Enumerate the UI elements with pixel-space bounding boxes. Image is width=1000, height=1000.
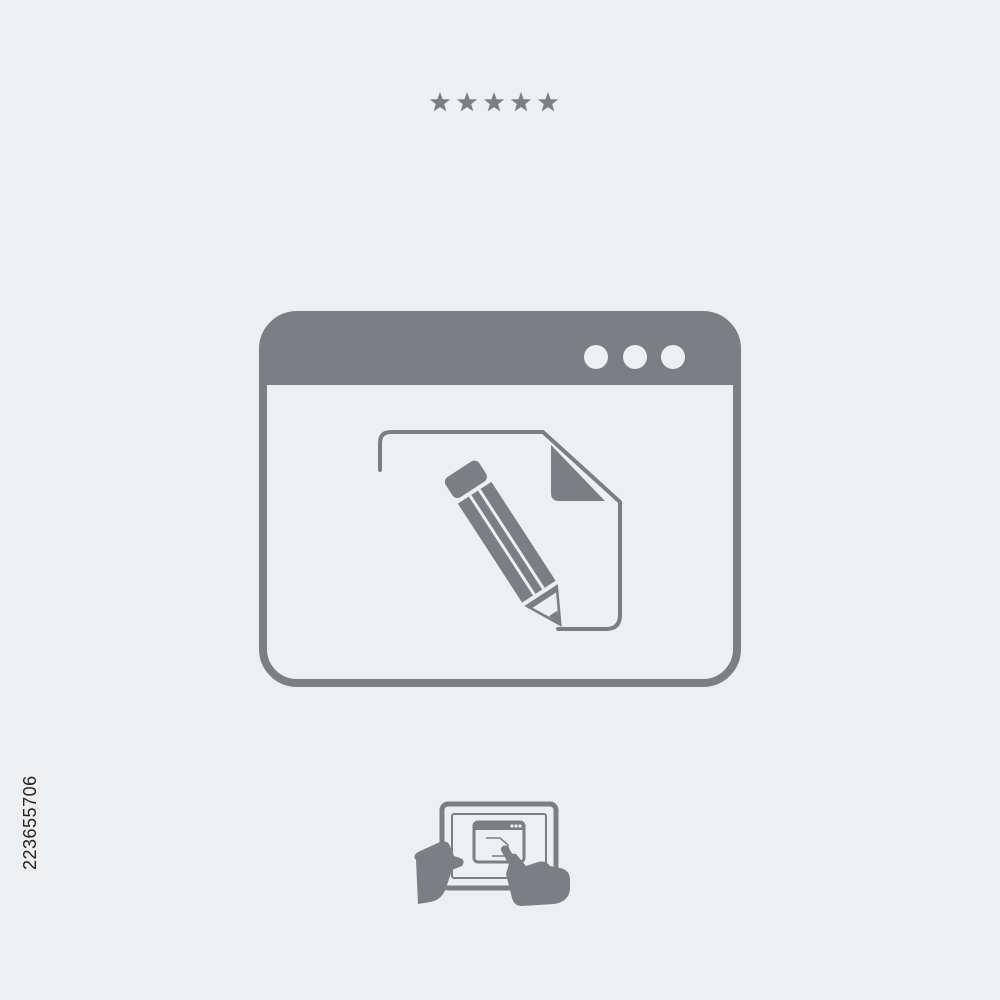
- stock-id-text: 223655706: [20, 775, 40, 870]
- stock-illustration: 223655706: [0, 0, 1000, 1000]
- star-rating-icons: [430, 92, 559, 112]
- window-dot-icon: [623, 345, 647, 369]
- star-icon: [510, 92, 532, 112]
- window-dot-icon: [584, 345, 608, 369]
- stock-id-label: 223655706: [0, 0, 40, 1000]
- star-icon: [430, 92, 451, 112]
- star-icon: [483, 92, 505, 112]
- star-icon: [456, 92, 478, 112]
- browser-window-edit-document-icon: [255, 305, 745, 690]
- star-rating: [0, 88, 1000, 122]
- tablet-touch-icon: [410, 798, 580, 910]
- star-icon: [537, 92, 559, 112]
- window-dot-icon: [661, 345, 685, 369]
